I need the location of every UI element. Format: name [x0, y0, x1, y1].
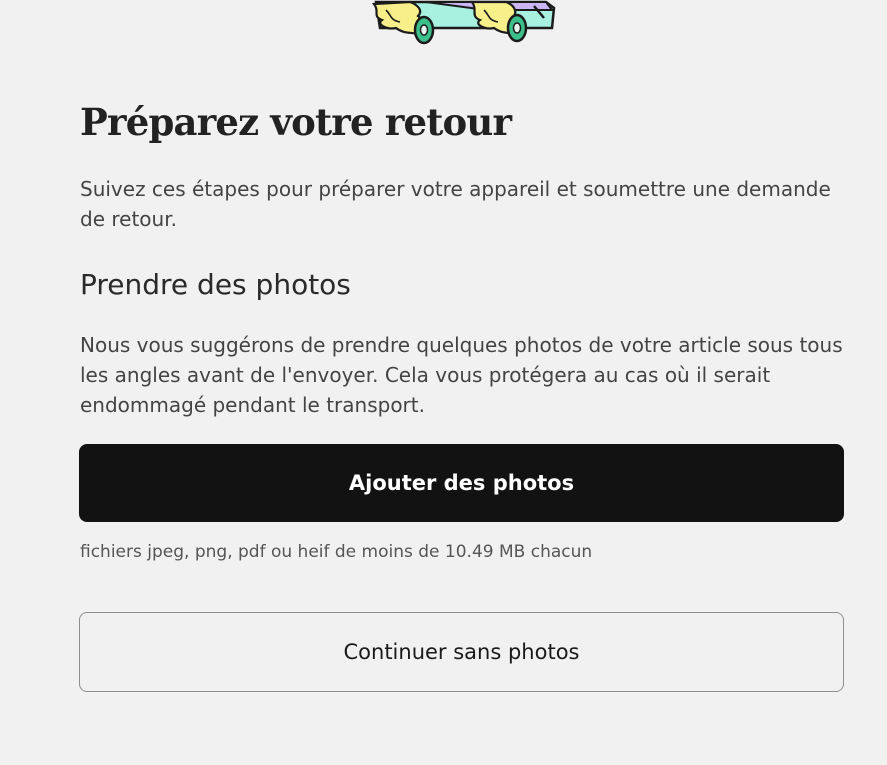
add-photos-button[interactable]: Ajouter des photos [79, 444, 844, 522]
file-types-hint: fichiers jpeg, png, pdf ou heif de moins… [80, 542, 593, 562]
photos-section-description: Nous vous suggérons de prendre quelques … [80, 333, 843, 417]
intro-text: Suivez ces étapes pour préparer votre ap… [80, 177, 831, 231]
photos-section-title: Prendre des photos [80, 268, 351, 301]
flaming-skateboard-illustration [371, 0, 556, 45]
page-title: Préparez votre retour [80, 100, 512, 144]
continue-without-photos-button[interactable]: Continuer sans photos [79, 612, 844, 692]
